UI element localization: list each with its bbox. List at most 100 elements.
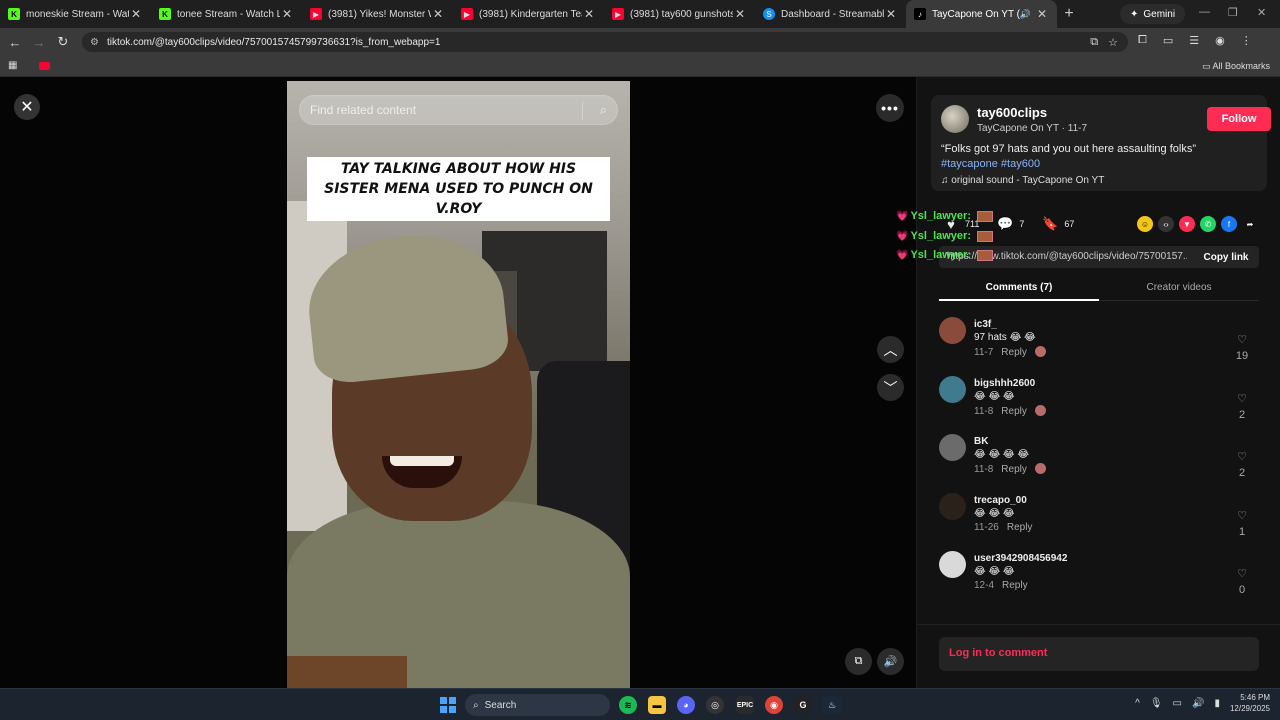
reply-button[interactable]: Reply bbox=[1001, 347, 1027, 358]
search-icon[interactable]: ⌕ bbox=[600, 102, 607, 118]
facebook-icon[interactable]: f bbox=[1221, 216, 1237, 232]
heart-outline-icon[interactable]: ♡ bbox=[1233, 333, 1251, 346]
comment-username[interactable]: ic3f_ bbox=[974, 319, 997, 330]
taskbar-search[interactable]: ⌕ Search bbox=[465, 694, 610, 716]
avatar[interactable] bbox=[939, 492, 966, 520]
comment-username[interactable]: user3942908456942 bbox=[974, 553, 1067, 564]
post-username[interactable]: tay600clips bbox=[977, 105, 1047, 120]
close-window-icon[interactable]: ✕ bbox=[1257, 6, 1266, 19]
browser-tab[interactable]: K moneskie Stream - Watch Live ✕ bbox=[0, 0, 151, 28]
login-to-comment-button[interactable]: Log in to comment bbox=[939, 637, 1259, 671]
reply-button[interactable]: Reply bbox=[1001, 464, 1027, 475]
gemini-button[interactable]: ✦ Gemini bbox=[1120, 4, 1186, 24]
tab-creator-videos[interactable]: Creator videos bbox=[1099, 282, 1259, 293]
split-view-icon[interactable]: ▭ bbox=[1163, 34, 1173, 47]
extensions-icon[interactable]: ⧠ bbox=[1138, 34, 1147, 47]
profile-avatar-icon[interactable]: ◉ bbox=[1215, 34, 1225, 47]
reply-button[interactable]: Reply bbox=[1002, 580, 1028, 591]
taskbar-clock[interactable]: 5:46 PM 12/29/2025 bbox=[1230, 692, 1270, 714]
youtube-bookmark-icon[interactable] bbox=[39, 62, 50, 70]
steam-icon[interactable]: ♨ bbox=[823, 696, 841, 714]
back-icon[interactable]: ← bbox=[3, 35, 27, 50]
minimize-icon[interactable]: — bbox=[1199, 6, 1210, 18]
close-tab-icon[interactable]: ✕ bbox=[431, 7, 445, 21]
chevron-up-icon[interactable]: ︿ bbox=[877, 336, 904, 363]
video-player[interactable]: Find related content ⌕ TAY TALKING ABOUT… bbox=[287, 81, 630, 688]
copy-link-button[interactable]: Copy link bbox=[1193, 246, 1259, 268]
comment-username[interactable]: trecapo_00 bbox=[974, 495, 1027, 506]
more-options-icon[interactable]: ••• bbox=[876, 94, 904, 122]
chevron-down-icon[interactable]: ﹀ bbox=[877, 374, 904, 401]
volume-icon[interactable]: 🔊 bbox=[1192, 698, 1204, 709]
address-bar[interactable]: ⚙ tiktok.com/@tay600clips/video/75700157… bbox=[82, 32, 1128, 52]
windows-start-icon[interactable] bbox=[440, 697, 456, 713]
avatar[interactable] bbox=[939, 551, 966, 579]
post-sound[interactable]: ♫ original sound - TayCapone On YT bbox=[941, 175, 1104, 186]
avatar[interactable] bbox=[941, 105, 969, 133]
new-tab-button[interactable]: + bbox=[1057, 5, 1081, 23]
close-tab-icon[interactable]: ✕ bbox=[1035, 7, 1049, 21]
discord-icon[interactable]: ◕ bbox=[677, 696, 695, 714]
reply-button[interactable]: Reply bbox=[1007, 522, 1033, 533]
bookmark-star-icon[interactable]: ☆ bbox=[1108, 36, 1118, 49]
related-search-input[interactable]: Find related content ⌕ bbox=[299, 95, 618, 125]
avatar[interactable] bbox=[939, 317, 966, 344]
tab-title: Dashboard - Streamable bbox=[781, 8, 884, 20]
send-icon[interactable]: ▼ bbox=[1179, 216, 1195, 232]
spotify-icon[interactable]: ≋ bbox=[619, 696, 637, 714]
obs-icon[interactable]: ◎ bbox=[706, 696, 724, 714]
post-hashtags[interactable]: #taycapone #tay600 bbox=[941, 158, 1040, 170]
chevron-up-icon[interactable]: ^ bbox=[1135, 698, 1140, 709]
restore-icon[interactable]: ❐ bbox=[1228, 6, 1238, 19]
follow-button[interactable]: Follow bbox=[1207, 107, 1271, 131]
repost-icon[interactable]: ☺ bbox=[1137, 216, 1153, 232]
reading-list-icon[interactable]: ☰ bbox=[1189, 34, 1199, 47]
browser-tab[interactable]: S Dashboard - Streamable ✕ bbox=[755, 0, 906, 28]
whatsapp-icon[interactable]: ✆ bbox=[1200, 216, 1216, 232]
list-item: ic3f_ 97 hats 😂 😂 11-7 Reply ♡ 19 bbox=[939, 317, 1259, 376]
browser-tab[interactable]: ▶ (3981) Yikes! Monster Worm ✕ bbox=[302, 0, 453, 28]
tab-comments[interactable]: Comments (7) bbox=[939, 282, 1099, 293]
g-hub-icon[interactable]: G bbox=[794, 696, 812, 714]
heart-outline-icon[interactable]: ♡ bbox=[1233, 392, 1251, 405]
avatar[interactable] bbox=[939, 434, 966, 462]
browser-tab[interactable]: K tonee Stream - Watch Live on ✕ bbox=[151, 0, 302, 28]
heart-outline-icon[interactable]: ♡ bbox=[1233, 567, 1251, 580]
tab-title: moneskie Stream - Watch Live bbox=[26, 8, 129, 20]
share-arrow-icon[interactable]: ➦ bbox=[1242, 216, 1258, 232]
save-button[interactable]: 🔖 67 bbox=[1042, 216, 1074, 232]
forward-icon[interactable]: → bbox=[27, 35, 51, 50]
avatar[interactable] bbox=[939, 375, 966, 403]
close-tab-icon[interactable]: ✕ bbox=[582, 7, 596, 21]
site-info-icon[interactable]: ⚙ bbox=[90, 37, 99, 48]
browser-tab[interactable]: ▶ (3981) Kindergarten Teacher ✕ bbox=[453, 0, 604, 28]
battery-icon[interactable]: ▮ bbox=[1214, 698, 1220, 709]
comment-username[interactable]: bigshhh2600 bbox=[974, 378, 1035, 389]
install-app-icon[interactable]: ⧉ bbox=[1090, 36, 1098, 49]
picture-in-picture-icon[interactable]: ⧉ bbox=[845, 648, 872, 675]
close-tab-icon[interactable]: ✕ bbox=[884, 7, 898, 21]
reload-icon[interactable]: ↻ bbox=[51, 34, 75, 50]
epic-games-icon[interactable]: EPIC bbox=[736, 696, 754, 714]
comment-username[interactable]: BK bbox=[974, 436, 988, 447]
heart-outline-icon[interactable]: ♡ bbox=[1233, 509, 1251, 522]
heart-outline-icon[interactable]: ♡ bbox=[1233, 450, 1251, 463]
file-explorer-icon[interactable]: ▬ bbox=[648, 696, 666, 714]
comment-button[interactable]: 💬 7 bbox=[997, 216, 1024, 232]
embed-icon[interactable]: ‹› bbox=[1158, 216, 1174, 232]
microphone-icon[interactable]: 🎙 bbox=[1150, 698, 1163, 709]
volume-icon[interactable]: 🔊 bbox=[877, 648, 904, 675]
close-icon[interactable]: ✕ bbox=[14, 94, 40, 120]
network-icon[interactable]: ▭ bbox=[1173, 698, 1182, 709]
audio-playing-icon[interactable]: 🔊 bbox=[1020, 9, 1031, 20]
all-bookmarks-button[interactable]: ▭ All Bookmarks bbox=[1202, 61, 1270, 72]
close-tab-icon[interactable]: ✕ bbox=[733, 7, 747, 21]
close-tab-icon[interactable]: ✕ bbox=[129, 7, 143, 21]
reply-button[interactable]: Reply bbox=[1001, 406, 1027, 417]
chrome-icon[interactable]: ◉ bbox=[765, 696, 783, 714]
browser-tab[interactable]: ▶ (3981) tay600 gunshots at a ✕ bbox=[604, 0, 755, 28]
browser-tab-active[interactable]: ♪ TayCapone On YT (@tay6 🔊 ✕ bbox=[906, 0, 1057, 28]
menu-icon[interactable]: ⋮ bbox=[1241, 34, 1252, 47]
apps-grid-icon[interactable]: ▦ bbox=[8, 60, 17, 71]
close-tab-icon[interactable]: ✕ bbox=[280, 7, 294, 21]
